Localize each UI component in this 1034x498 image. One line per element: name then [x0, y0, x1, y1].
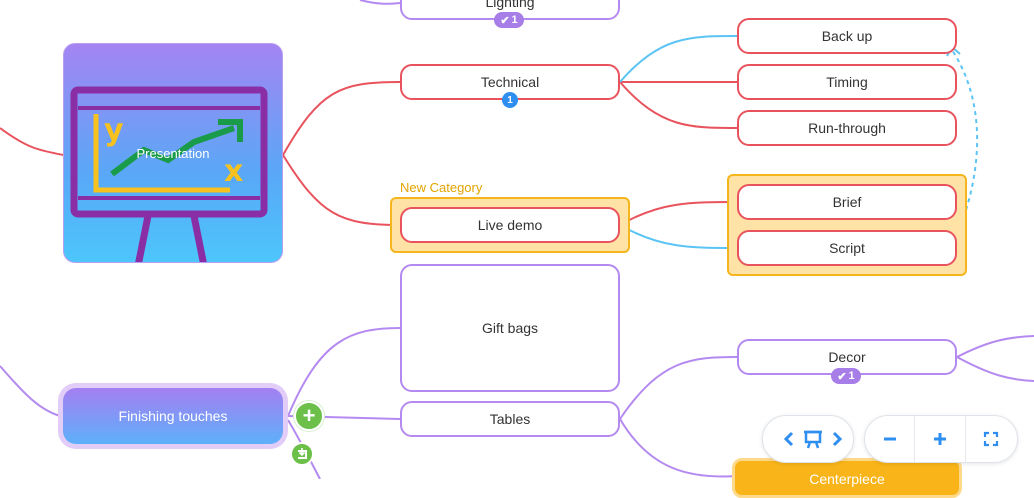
node-lighting-label: Lighting [485, 0, 535, 10]
connector-presentation-technical [282, 81, 401, 156]
svg-text:y: y [104, 113, 124, 148]
connector-root-finishing [0, 365, 61, 417]
presentation-mode-icon [804, 430, 822, 449]
lighting-task-badge[interactable]: ✔ 1 [494, 12, 524, 28]
node-back-up-label: Back up [821, 28, 873, 44]
connector-livedemo-script [619, 224, 738, 249]
node-timing-label: Timing [826, 74, 868, 90]
node-finishing-touches-label: Finishing touches [118, 408, 228, 424]
node-script-label: Script [829, 240, 865, 256]
connector-decor-right-a [956, 335, 1034, 358]
node-gift-bags-label: Gift bags [481, 320, 539, 336]
connector-decor-right-b [956, 356, 1034, 382]
node-finishing-touches[interactable]: Finishing touches [58, 383, 288, 449]
node-gift-bags[interactable]: Gift bags [400, 264, 620, 392]
group-label[interactable]: New Category [400, 180, 482, 195]
connector-root-presentation [0, 127, 64, 156]
node-back-up[interactable]: Back up [737, 18, 957, 54]
plus-icon: + [302, 403, 316, 428]
connector-technical-backup [619, 35, 738, 83]
node-run-through[interactable]: Run-through [737, 110, 957, 146]
node-script[interactable]: Script [737, 230, 957, 266]
node-timing[interactable]: Timing [737, 64, 957, 100]
connector-presentation-livedemo [282, 154, 401, 226]
prev-slide-button[interactable] [777, 416, 801, 462]
node-finishing-touches-body: Finishing touches [63, 388, 283, 444]
node-tables[interactable]: Tables [400, 401, 620, 437]
chevron-right-icon [832, 431, 843, 447]
presentation-nav-control [762, 415, 854, 463]
technical-comment-badge[interactable]: 1 [502, 92, 518, 108]
minus-icon [883, 437, 896, 441]
next-slide-button[interactable] [825, 416, 849, 462]
connector-lighting [359, 0, 401, 5]
add-child-button[interactable]: + [294, 401, 324, 431]
node-brief-label: Brief [832, 194, 862, 210]
fit-screen-button[interactable] [966, 416, 1017, 462]
node-presentation-label: Presentation [136, 146, 210, 161]
node-live-demo[interactable]: Live demo [400, 207, 620, 243]
node-decor-label: Decor [828, 349, 866, 365]
connector-livedemo-brief [619, 201, 738, 226]
reattach-icon [298, 448, 307, 459]
checkmark-icon: ✔ [500, 14, 510, 27]
comment-count: 1 [507, 94, 513, 106]
node-technical-label: Technical [480, 74, 540, 90]
node-tables-label: Tables [489, 411, 531, 427]
node-orange-partial-label: Centerpiece [809, 471, 885, 487]
node-run-through-label: Run-through [808, 120, 886, 136]
checkmark-icon: ✔ [837, 370, 847, 383]
connector-tables-orange [619, 418, 738, 478]
decor-task-count: 1 [848, 370, 855, 382]
presentation-mode-button[interactable] [801, 416, 825, 462]
connector-technical-runthrough [619, 81, 738, 129]
fit-screen-icon [984, 431, 999, 447]
lighting-task-count: 1 [511, 14, 518, 26]
decor-task-badge[interactable]: ✔ 1 [831, 368, 861, 384]
zoom-out-button[interactable] [865, 416, 916, 462]
zoom-control [864, 415, 1018, 463]
plus-icon [934, 433, 947, 445]
zoom-in-button[interactable] [915, 416, 966, 462]
node-brief[interactable]: Brief [737, 184, 957, 220]
node-orange-partial[interactable]: Centerpiece [732, 458, 962, 498]
reattach-button[interactable] [290, 442, 314, 466]
connector-tables-decor [619, 356, 738, 420]
node-live-demo-label: Live demo [477, 217, 543, 233]
chevron-left-icon [783, 431, 794, 447]
